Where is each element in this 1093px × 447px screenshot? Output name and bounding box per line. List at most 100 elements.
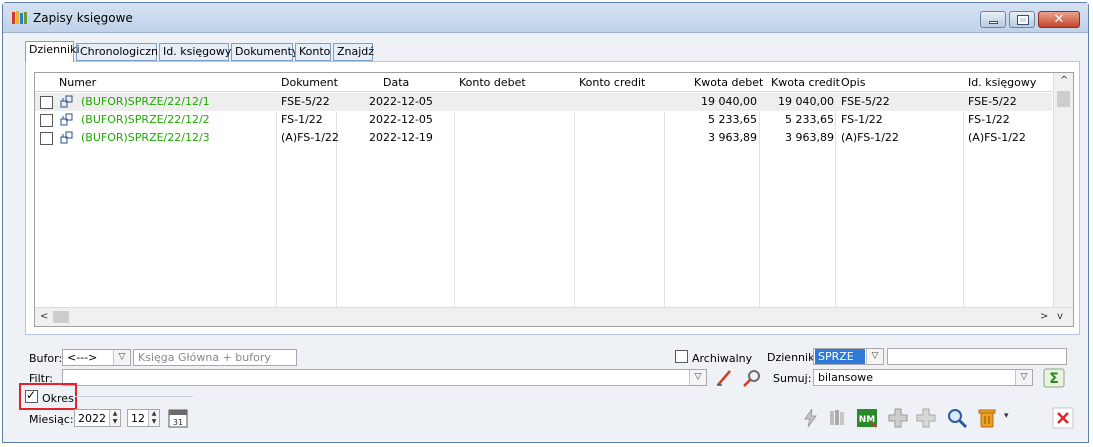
sumuj-value: bilansowe bbox=[818, 371, 874, 384]
header-kwota-credit[interactable]: Kwota credit bbox=[771, 76, 840, 89]
bufor-description-field: Księga Główna + bufory bbox=[133, 349, 297, 366]
table-row[interactable]: (BUFOR)SPRZE/22/12/2 FS-1/22 2022-12-05 … bbox=[35, 111, 1052, 129]
clear-filter-icon[interactable] bbox=[713, 368, 735, 388]
header-id-ksiegowy[interactable]: Id. księgowy bbox=[968, 76, 1036, 89]
archiwalny-checkbox[interactable] bbox=[675, 350, 688, 363]
tab-id-ksiegowy[interactable]: Id. księgowy bbox=[159, 43, 231, 61]
sumuj-label: Sumuj: bbox=[773, 372, 812, 385]
calendar-icon[interactable]: 31 bbox=[167, 407, 189, 429]
header-konto-credit[interactable]: Konto credit bbox=[579, 76, 645, 89]
spinner-arrows-icon[interactable]: ▲ ▼ bbox=[148, 410, 159, 426]
scroll-down-icon[interactable]: v bbox=[1057, 311, 1063, 322]
month-value: 12 bbox=[131, 412, 145, 425]
chevron-down-icon[interactable]: ▽ bbox=[113, 350, 130, 365]
chevron-down-icon[interactable]: ▽ bbox=[866, 349, 883, 364]
archiwalny-label: Archiwalny bbox=[692, 352, 753, 365]
scroll-thumb[interactable] bbox=[1057, 91, 1070, 107]
nm-icon[interactable]: NM bbox=[856, 407, 878, 429]
month-spinner[interactable]: 12 ▲ ▼ bbox=[127, 409, 160, 427]
dziennik-name-field bbox=[887, 348, 1067, 365]
document-tree-icon bbox=[60, 95, 73, 108]
tab-dokumenty[interactable]: Dokumenty bbox=[231, 43, 298, 61]
tab-chronologicznie[interactable]: Chronologicznie bbox=[76, 43, 168, 61]
lightning-icon[interactable] bbox=[800, 407, 822, 429]
vertical-scrollbar[interactable]: ^ bbox=[1053, 73, 1073, 309]
row-checkbox[interactable] bbox=[40, 96, 53, 109]
scroll-right-icon[interactable]: > bbox=[1040, 311, 1048, 322]
cell-id: FS-1/22 bbox=[968, 113, 1010, 126]
horizontal-scrollbar[interactable]: < > v bbox=[35, 307, 1073, 326]
cell-data: 2022-12-05 bbox=[369, 113, 433, 126]
header-kwota-debet[interactable]: Kwota debet bbox=[694, 76, 763, 89]
cell-opis: FS-1/22 bbox=[841, 113, 883, 126]
minimize-icon bbox=[989, 21, 998, 24]
header-konto-debet[interactable]: Konto debet bbox=[459, 76, 526, 89]
close-icon[interactable] bbox=[1052, 407, 1074, 429]
header-numer[interactable]: Numer bbox=[59, 76, 96, 89]
cell-kwota-debet: 19 040,00 bbox=[701, 95, 757, 108]
title-bar[interactable]: Zapisy księgowe ✕ bbox=[3, 3, 1088, 33]
year-value: 2022 bbox=[78, 412, 106, 425]
scroll-thumb[interactable] bbox=[53, 311, 69, 323]
okres-label: Okres bbox=[42, 392, 74, 405]
table-row[interactable]: (BUFOR)SPRZE/22/12/3 (A)FS-1/22 2022-12-… bbox=[35, 129, 1052, 147]
chevron-down-icon[interactable]: ▽ bbox=[689, 370, 706, 385]
filter-constructor-icon[interactable] bbox=[741, 368, 763, 388]
scroll-left-icon[interactable]: < bbox=[40, 311, 48, 322]
cell-kwota-credit: 5 233,65 bbox=[785, 113, 834, 126]
add-multiple-icon[interactable] bbox=[915, 407, 937, 429]
cell-kwota-credit: 3 963,89 bbox=[785, 131, 834, 144]
spinner-arrows-icon[interactable]: ▲ ▼ bbox=[109, 410, 120, 426]
cell-data: 2022-12-19 bbox=[369, 131, 433, 144]
year-spinner[interactable]: 2022 ▲ ▼ bbox=[74, 409, 121, 427]
maximize-icon bbox=[1017, 15, 1029, 25]
svg-text:31: 31 bbox=[173, 418, 183, 427]
search-icon[interactable] bbox=[946, 407, 968, 429]
scroll-up-icon[interactable]: ^ bbox=[1060, 75, 1068, 86]
document-tree-icon bbox=[60, 113, 73, 126]
dziennik-value: SPRZE bbox=[815, 349, 865, 364]
minimize-button[interactable] bbox=[980, 11, 1006, 28]
header-opis[interactable]: Opis bbox=[841, 76, 865, 89]
header-data[interactable]: Data bbox=[383, 76, 409, 89]
delete-icon[interactable] bbox=[976, 407, 998, 429]
tab-konto[interactable]: Konto bbox=[295, 43, 331, 61]
table-row[interactable]: (BUFOR)SPRZE/22/12/1 FSE-5/22 2022-12-05… bbox=[35, 93, 1052, 111]
delete-options-icon[interactable]: ▾ bbox=[1004, 411, 1009, 421]
close-icon: ✕ bbox=[1053, 12, 1065, 27]
tab-znajdz[interactable]: Znajdź bbox=[333, 43, 374, 61]
tab-dzienniki[interactable]: Dzienniki bbox=[25, 41, 80, 62]
row-checkbox[interactable] bbox=[40, 132, 53, 145]
cell-dokument: (A)FS-1/22 bbox=[281, 131, 339, 144]
document-tree-icon bbox=[60, 131, 73, 144]
filtr-input[interactable]: ▽ bbox=[62, 369, 707, 386]
window: Zapisy księgowe ✕ Dzienniki Chronologicz… bbox=[2, 2, 1089, 443]
cell-kwota-debet: 5 233,65 bbox=[708, 113, 757, 126]
maximize-button[interactable] bbox=[1009, 11, 1035, 28]
row-checkbox[interactable] bbox=[40, 114, 53, 127]
cell-kwota-debet: 3 963,89 bbox=[708, 131, 757, 144]
bufor-select[interactable]: <---> ▽ bbox=[62, 349, 131, 366]
cell-numer: (BUFOR)SPRZE/22/12/2 bbox=[81, 113, 210, 126]
cell-data: 2022-12-05 bbox=[369, 95, 433, 108]
cell-id: FSE-5/22 bbox=[968, 95, 1017, 108]
dziennik-select[interactable]: SPRZE ▽ bbox=[813, 348, 884, 365]
chevron-down-icon[interactable]: ▽ bbox=[1015, 370, 1032, 385]
sum-icon[interactable]: Σ bbox=[1043, 368, 1065, 388]
records-table: Numer Dokument Data Konto debet Konto cr… bbox=[34, 72, 1074, 327]
close-window-button[interactable]: ✕ bbox=[1038, 11, 1080, 28]
header-dokument[interactable]: Dokument bbox=[281, 76, 338, 89]
dziennik-label: Dziennik: bbox=[767, 351, 819, 364]
cell-kwota-credit: 19 040,00 bbox=[778, 95, 834, 108]
okres-checkbox[interactable]: ✓ bbox=[25, 388, 38, 403]
svg-text:Σ: Σ bbox=[1049, 371, 1059, 387]
add-icon[interactable] bbox=[887, 407, 909, 429]
cell-numer: (BUFOR)SPRZE/22/12/3 bbox=[81, 131, 210, 144]
tab-panel: Numer Dokument Data Konto debet Konto cr… bbox=[25, 61, 1080, 335]
books-icon bbox=[12, 11, 27, 24]
sumuj-select[interactable]: bilansowe ▽ bbox=[813, 369, 1033, 386]
journals-icon[interactable] bbox=[827, 407, 849, 429]
window-title: Zapisy księgowe bbox=[33, 11, 133, 25]
miesiac-label: Miesiąc: bbox=[29, 413, 74, 426]
cell-id: (A)FS-1/22 bbox=[968, 131, 1026, 144]
